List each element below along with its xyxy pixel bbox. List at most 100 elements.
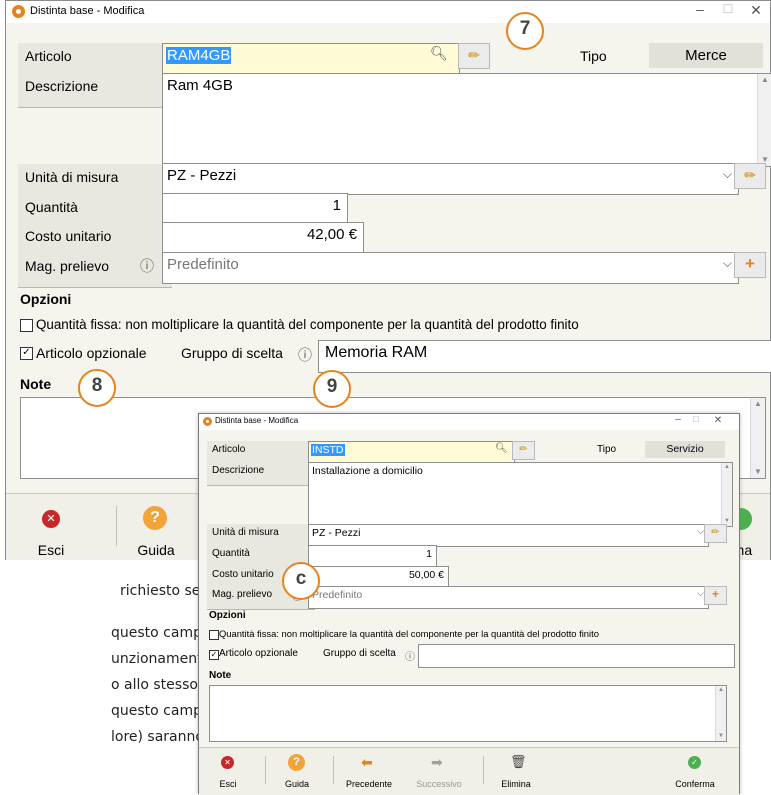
help-icon: ? <box>288 754 305 771</box>
title-bar: Distinta base - Modifica – ☐ ✕ <box>199 414 739 430</box>
quantita-input[interactable]: 1 <box>308 545 437 568</box>
chevron-down-icon: ⌵ <box>722 256 732 270</box>
check-circle-icon: ✓ <box>688 756 701 769</box>
trash-icon: 🗑︎ <box>510 754 527 769</box>
callout-badge-9: 9 <box>313 370 351 408</box>
doc-text: questo campo <box>111 703 211 719</box>
pencil-icon: ✏ <box>519 444 528 455</box>
callout-badge-7: 7 <box>506 12 544 50</box>
guida-button[interactable]: ? Guida <box>271 752 323 792</box>
info-icon[interactable]: ⓘ <box>140 256 154 276</box>
edit-articolo-button[interactable]: ✏ <box>458 43 490 69</box>
plus-icon: + <box>745 254 755 273</box>
unita-select[interactable]: PZ - Pezzi ⌵ <box>162 163 739 195</box>
tipo-label: Tipo <box>580 48 607 64</box>
front-window: Distinta base - Modifica – ☐ ✕ Articolo … <box>198 413 740 795</box>
quantita-input[interactable]: 1 <box>162 193 348 225</box>
mag-select[interactable]: Predefinito ⌵ <box>308 586 709 609</box>
chevron-down-icon: ⌵ <box>722 167 732 181</box>
descrizione-label: Descrizione <box>18 73 172 108</box>
tipo-value: Servizio <box>645 441 725 458</box>
scrollbar[interactable]: ▲ ▼ <box>757 74 771 166</box>
descrizione-textarea[interactable]: Ram 4GB ▲ ▼ <box>162 73 771 167</box>
gruppo-label: Gruppo di scelta <box>323 648 396 659</box>
arrow-right-icon: ➡ <box>431 754 443 770</box>
articolo-opzionale-checkbox[interactable]: ✓ <box>209 650 219 660</box>
arrow-left-icon: ⬅ <box>361 754 373 770</box>
callout-badge-c: c <box>282 562 320 600</box>
chevron-down-icon: ⌵ <box>697 588 704 598</box>
separator <box>116 506 117 546</box>
quantita-fissa-label: Quantità fissa: non moltiplicare la quan… <box>36 317 579 332</box>
separator <box>265 756 266 784</box>
add-mag-button[interactable]: + <box>734 252 766 278</box>
pencil-icon: ✏ <box>468 47 480 63</box>
info-icon[interactable]: ⓘ <box>405 648 415 663</box>
scrollbar[interactable]: ▲ ▼ <box>715 686 726 741</box>
edit-unita-button[interactable]: ✏ <box>734 163 766 189</box>
articolo-opzionale-label: Articolo opzionale <box>219 648 298 659</box>
close-circle-icon: ✕ <box>42 510 60 528</box>
elimina-button[interactable]: 🗑︎ Elimina <box>491 752 541 792</box>
pencil-icon: ✏ <box>744 167 756 183</box>
articolo-input[interactable]: RAM4GB <box>162 43 460 75</box>
title-bar: Distinta base - Modifica – ☐ ✕ <box>6 1 770 23</box>
search-icon[interactable]: 🔍︎ <box>495 443 508 454</box>
plus-icon: + <box>711 587 719 601</box>
mag-select[interactable]: Predefinito ⌵ <box>162 252 739 284</box>
tipo-label: Tipo <box>597 444 617 455</box>
search-icon[interactable]: 🔍︎ <box>430 45 448 62</box>
successivo-button[interactable]: ➡ Successivo <box>407 752 471 792</box>
esci-button[interactable]: ✕ Esci <box>21 504 81 558</box>
unita-select[interactable]: PZ - Pezzi ⌵ <box>308 524 709 547</box>
app-icon <box>12 5 25 18</box>
close-circle-icon: ✕ <box>221 756 234 769</box>
callout-badge-8: 8 <box>78 369 116 407</box>
quantita-fissa-checkbox[interactable] <box>209 630 219 640</box>
tipo-value: Merce <box>649 43 763 68</box>
gruppo-input[interactable]: Memoria RAM <box>318 340 771 373</box>
descrizione-label: Descrizione <box>207 462 315 486</box>
quantita-fissa-checkbox[interactable] <box>20 319 33 332</box>
opzioni-heading: Opzioni <box>20 291 72 307</box>
doc-text: questo campo <box>111 625 211 641</box>
separator <box>483 756 484 784</box>
bottom-toolbar: ✕ Esci ? Guida ⬅ Precedente ➡ Successivo… <box>199 747 739 795</box>
articolo-opzionale-label: Articolo opzionale <box>36 345 147 361</box>
window-title: Distinta base - Modifica <box>215 416 299 425</box>
doc-text: lore) saranno <box>111 729 204 745</box>
edit-articolo-button[interactable]: ✏ <box>512 441 535 460</box>
edit-unita-button[interactable]: ✏ <box>704 524 727 543</box>
note-textarea[interactable]: ▲ ▼ <box>209 685 727 742</box>
guida-button[interactable]: ? Guida <box>126 504 186 558</box>
doc-text: richiesto se <box>120 583 201 599</box>
minimize-button[interactable]: – <box>671 414 685 425</box>
close-button[interactable]: ✕ <box>746 2 766 19</box>
precedente-button[interactable]: ⬅ Precedente <box>337 752 401 792</box>
costo-input[interactable]: 42,00 € <box>162 222 364 254</box>
doc-text: o allo stesso <box>111 677 198 693</box>
conferma-button[interactable]: ✓ Conferma <box>665 752 725 792</box>
note-heading: Note <box>209 670 232 681</box>
articolo-input[interactable]: INSTD <box>308 441 515 464</box>
maximize-button[interactable]: ☐ <box>718 2 738 16</box>
add-mag-button[interactable]: + <box>704 586 727 605</box>
scrollbar[interactable]: ▲ ▼ <box>721 463 732 526</box>
gruppo-input[interactable] <box>418 644 735 668</box>
info-icon[interactable]: ⓘ <box>298 345 312 365</box>
gruppo-label: Gruppo di scelta <box>181 345 283 361</box>
esci-button[interactable]: ✕ Esci <box>203 752 253 792</box>
quantita-fissa-label: Quantità fissa: non moltiplicare la quan… <box>219 628 599 639</box>
articolo-opzionale-checkbox[interactable]: ✓ <box>20 347 33 360</box>
close-button[interactable]: ✕ <box>711 415 725 426</box>
pencil-icon: ✏ <box>711 527 720 538</box>
maximize-button[interactable]: ☐ <box>689 415 703 424</box>
app-icon <box>203 417 212 426</box>
descrizione-textarea[interactable]: Installazione a domicilio ▲ ▼ <box>308 462 733 527</box>
minimize-button[interactable]: – <box>690 1 710 17</box>
scrollbar[interactable]: ▲ ▼ <box>750 398 765 478</box>
opzioni-heading: Opzioni <box>209 610 246 621</box>
note-heading: Note <box>20 376 52 392</box>
help-icon: ? <box>143 506 167 530</box>
separator <box>333 756 334 784</box>
